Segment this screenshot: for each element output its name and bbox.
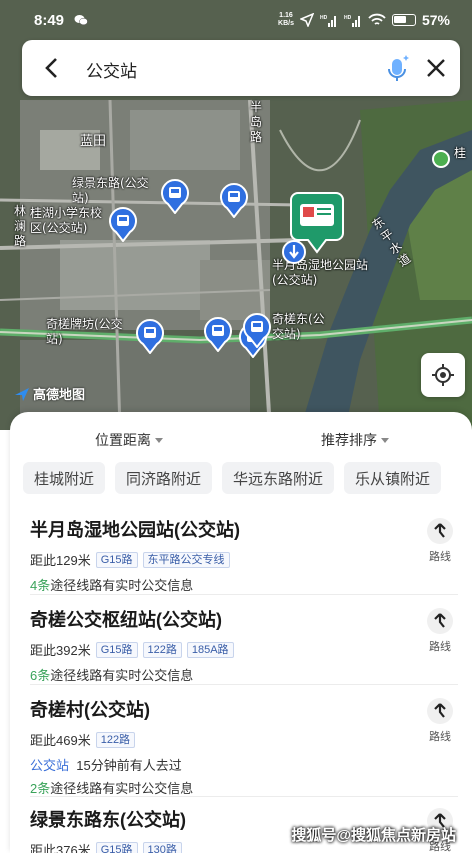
map-label-qicha-east: 奇槎东(公交站): [272, 312, 325, 341]
close-icon[interactable]: [422, 54, 450, 82]
stop-distance: 距此469米: [30, 733, 91, 748]
route-tag: 122路: [95, 731, 136, 748]
stop-distance: 距此392米: [30, 643, 91, 658]
bus-stop-pin-icon[interactable]: [108, 206, 138, 242]
realtime-info: 途径线路有实时公交信息: [50, 578, 194, 593]
battery-icon: [391, 14, 416, 26]
route-arrow-icon: [427, 518, 453, 544]
voice-assistant-icon[interactable]: [382, 52, 412, 84]
stop-name: 半月岛湿地公园站(公交站): [30, 520, 240, 540]
chevron-down-icon: [155, 437, 163, 443]
route-tag: 130路: [142, 841, 182, 853]
list-item[interactable]: 奇槎公交枢纽站(公交站) 距此392米 G15路 122路 185A路 6条途径…: [30, 606, 458, 684]
park-poi-icon[interactable]: [432, 150, 450, 168]
route-arrow-icon: [427, 698, 453, 724]
bus-stop-pin-icon[interactable]: [135, 318, 165, 354]
map-brand-logo: 高德地图: [14, 384, 85, 403]
location-arrow-icon: [299, 13, 314, 27]
chip-area[interactable]: 同济路附近: [115, 462, 213, 494]
wifi-icon: [368, 13, 386, 25]
stop-distance: 距此129米: [30, 553, 91, 568]
realtime-info: 途径线路有实时公交信息: [50, 781, 194, 796]
route-tag: 122路: [142, 641, 182, 658]
map-label-xiaoxue-station: 桂湖小学东校区(公交站): [30, 206, 103, 235]
network-speed-unit: KB/s: [278, 20, 294, 27]
route-arrow-icon: [427, 608, 453, 634]
bus-stop-pin-icon[interactable]: [219, 182, 249, 218]
route-tag: G15路: [95, 551, 138, 568]
sort-distance-label: 位置距离: [95, 432, 151, 448]
route-button[interactable]: 路线: [422, 608, 458, 654]
stop-name: 奇槎村(公交站): [30, 700, 150, 720]
realtime-info: 途径线路有实时公交信息: [50, 668, 194, 683]
chip-area[interactable]: 桂城附近: [23, 462, 106, 494]
map-brand-text: 高德地图: [33, 387, 86, 402]
stop-distance: 距此376米: [30, 843, 91, 853]
bus-stop-pin-icon[interactable]: [203, 316, 233, 352]
area-filter-chips: 桂城附近 同济路附近 华远东路附近 乐从镇附近: [23, 462, 442, 494]
wechat-notification-icon: [74, 15, 88, 26]
route-button[interactable]: 路线: [422, 518, 458, 564]
map-label-qicha-hub: 奇槎牌坊(公交站): [46, 317, 123, 346]
list-item[interactable]: 半月岛湿地公园站(公交站) 距此129米 G15路 东平路公交专线 4条途径线路…: [30, 516, 458, 594]
divider: [30, 594, 458, 595]
network-speed-value: 1.16: [279, 12, 293, 19]
chip-area[interactable]: 乐从镇附近: [344, 462, 442, 494]
map-label-guilv: 桂: [454, 146, 467, 160]
route-tag: 185A路: [186, 641, 234, 658]
stop-name: 奇槎公交枢纽站(公交站): [30, 610, 222, 630]
network-speed: 1.16 KB/s: [278, 12, 294, 28]
results-sheet[interactable]: 位置距离 推荐排序 桂城附近 同济路附近 华远东路附近 乐从镇附近 半月岛湿地公…: [10, 412, 472, 853]
svg-text:HD: HD: [320, 15, 328, 21]
search-bar[interactable]: 公交站: [22, 40, 460, 96]
list-item[interactable]: 奇槎村(公交站) 距此469米 122路 公交站 15分钟前有人去过 2条途径线…: [30, 696, 458, 797]
chevron-down-icon: [381, 437, 389, 443]
route-label: 路线: [429, 731, 451, 743]
route-label: 路线: [429, 551, 451, 563]
svg-text:HD: HD: [344, 15, 352, 21]
sort-bar: 位置距离 推荐排序: [10, 430, 472, 450]
sort-recommend-label: 推荐排序: [321, 432, 377, 448]
divider: [30, 796, 458, 797]
sort-distance-dropdown[interactable]: 位置距离: [95, 430, 163, 450]
route-count: 6条: [30, 668, 51, 683]
map-label-lvjing-station: 绿景东路(公交站): [72, 176, 149, 205]
gaode-logo-icon: [15, 387, 29, 401]
crosshair-icon: [432, 364, 454, 386]
route-button[interactable]: 路线: [422, 698, 458, 744]
watermark-text: 搜狐号@搜狐焦点新房站: [291, 827, 456, 844]
recent-visit-info: 15分钟前有人去过: [76, 758, 182, 773]
route-count: 4条: [30, 578, 51, 593]
map-label-lantian: 蓝田: [80, 134, 107, 149]
signal-hd-2-icon: HD: [344, 15, 360, 27]
route-tag: G15路: [95, 841, 138, 853]
status-time: 8:49: [34, 12, 65, 29]
current-location-arrow-icon: [282, 240, 306, 264]
status-bar: 8:49 1.16 KB/s HD HD 57%: [0, 0, 472, 40]
route-label: 路线: [429, 641, 451, 653]
battery-percent: 57%: [421, 12, 450, 28]
stop-type-label: 公交站: [30, 758, 70, 773]
sort-recommend-dropdown[interactable]: 推荐排序: [321, 430, 389, 450]
search-input[interactable]: 公交站: [86, 57, 137, 82]
map-label-lin-road: 林澜路: [14, 204, 27, 248]
route-tag: G15路: [95, 641, 138, 658]
back-arrow-icon[interactable]: [38, 54, 66, 82]
bus-stop-pin-icon[interactable]: [160, 178, 190, 214]
route-tag: 东平路公交专线: [142, 551, 230, 568]
map-label-banyuedao-road: 半岛路: [250, 100, 263, 144]
signal-hd-1-icon: HD: [320, 15, 336, 27]
locate-me-button[interactable]: [421, 353, 465, 397]
divider: [30, 684, 458, 685]
chip-area[interactable]: 华远东路附近: [222, 462, 335, 494]
route-count: 2条: [30, 781, 51, 796]
bus-stop-pin-icon[interactable]: [242, 312, 272, 348]
